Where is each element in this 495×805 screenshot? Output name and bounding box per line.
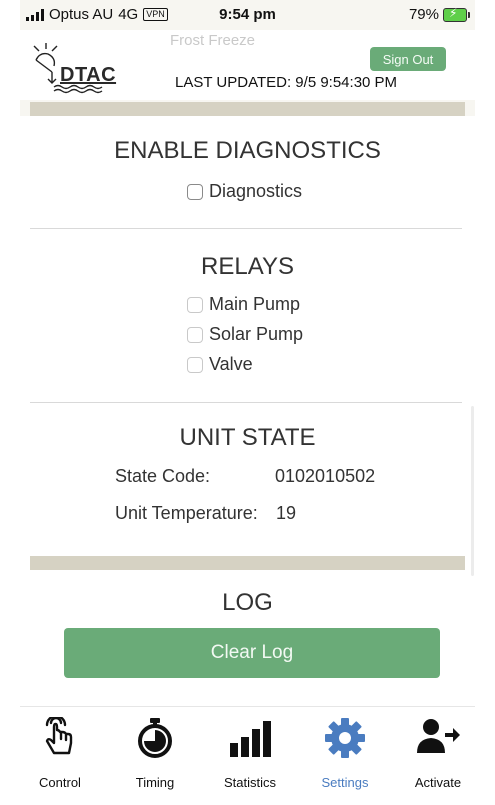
tab-statistics[interactable]: Statistics	[210, 717, 290, 797]
right-frame	[475, 0, 495, 805]
tab-activate[interactable]: Activate	[398, 717, 475, 797]
relay-label: Valve	[209, 354, 253, 374]
status-right: 79% ⚡	[408, 6, 470, 23]
relay-main-pump[interactable]: Main Pump	[187, 294, 300, 315]
relay-valve[interactable]: Valve	[187, 354, 253, 375]
tab-timing[interactable]: Timing	[115, 717, 195, 797]
unit-state-title: UNIT STATE	[179, 424, 316, 451]
tab-label: Control	[39, 775, 81, 790]
state-code-value: 0102010502	[275, 466, 376, 486]
hand-pointer-icon	[45, 717, 73, 755]
log-title: LOG	[222, 589, 273, 616]
header-divider	[30, 102, 465, 116]
dtac-logo: DTAC	[30, 42, 140, 94]
left-frame	[0, 0, 20, 805]
scrollbar[interactable]	[471, 406, 474, 576]
relay-checkbox[interactable]	[187, 296, 203, 313]
battery-percent: 79%	[408, 6, 439, 23]
settings-content[interactable]: ENABLE DIAGNOSTICS Diagnostics RELAYS Ma…	[20, 116, 475, 706]
relays-title: RELAYS	[201, 253, 294, 280]
divider	[30, 228, 462, 229]
status-bar: Optus AU 4G VPN 9:54 pm 79% ⚡	[20, 0, 475, 30]
tab-control[interactable]: Control	[20, 717, 100, 797]
sign-out-button[interactable]: Sign Out	[370, 47, 446, 71]
user-arrow-icon	[417, 719, 460, 753]
diagnostics-title: ENABLE DIAGNOSTICS	[114, 137, 381, 164]
bottom-tab-bar: Control Timing Statistics Settings Activ…	[20, 706, 475, 805]
phone-screen: Optus AU 4G VPN 9:54 pm 79% ⚡ DTAC Frost…	[20, 0, 475, 805]
stopwatch-icon	[138, 718, 172, 758]
tab-settings[interactable]: Settings	[305, 717, 385, 797]
tab-label: Settings	[321, 775, 369, 790]
bar-chart-icon	[230, 721, 271, 757]
tab-label: Statistics	[223, 775, 276, 790]
relay-checkbox[interactable]	[187, 356, 203, 373]
diagnostics-checkbox[interactable]	[187, 183, 203, 200]
logo-text: DTAC	[60, 64, 117, 86]
clear-log-button[interactable]: Clear Log	[64, 628, 440, 678]
battery-icon: ⚡	[443, 6, 470, 22]
divider	[30, 402, 462, 403]
ghost-title: Frost Freeze	[170, 32, 256, 49]
relay-solar-pump[interactable]: Solar Pump	[187, 324, 303, 345]
gear-icon	[325, 718, 365, 758]
temperature-value: 19	[276, 503, 297, 523]
last-updated: LAST UPDATED: 9/5 9:54:30 PM	[175, 74, 398, 91]
state-code-label: State Code:	[115, 466, 211, 486]
relay-label: Solar Pump	[209, 324, 304, 344]
temperature-label: Unit Temperature:	[115, 503, 258, 523]
diagnostics-row[interactable]: Diagnostics	[187, 181, 302, 202]
diagnostics-label: Diagnostics	[209, 181, 303, 201]
relay-checkbox[interactable]	[187, 326, 203, 343]
section-divider	[30, 556, 465, 570]
tab-label: Timing	[135, 775, 175, 790]
status-time: 9:54 pm	[219, 6, 276, 23]
app-header: DTAC Frost Freeze Sign Out LAST UPDATED:…	[20, 30, 475, 100]
tab-label: Activate	[414, 775, 462, 790]
relay-label: Main Pump	[209, 294, 301, 314]
